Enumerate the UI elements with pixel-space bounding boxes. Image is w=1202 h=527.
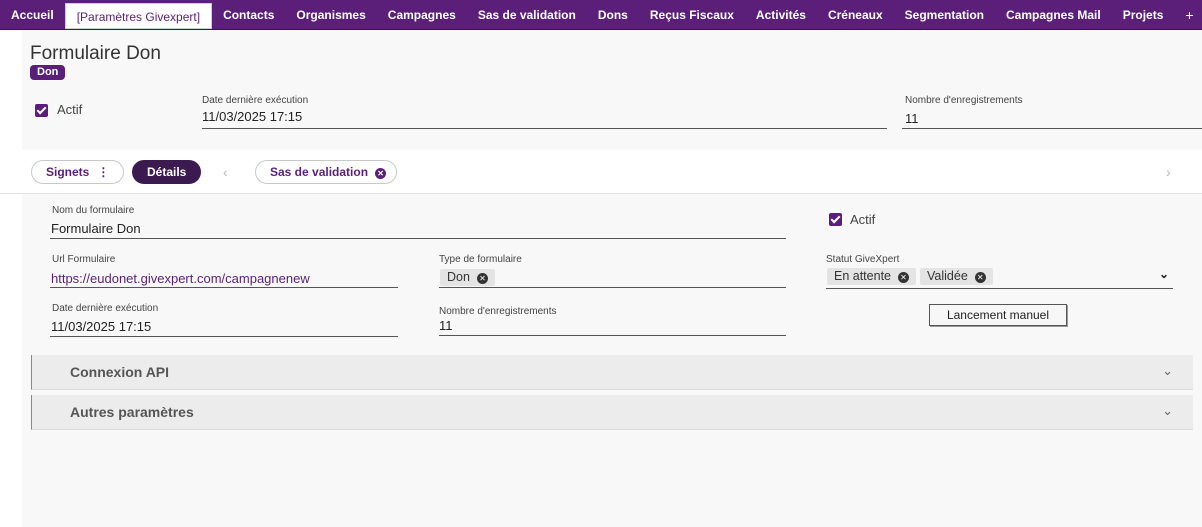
tab-contacts[interactable]: Contacts: [212, 0, 285, 30]
sas-validation-label: Sas de validation: [270, 165, 369, 179]
statut-chip-en-attente-label: En attente: [834, 269, 891, 283]
tab-parametres-givexpert[interactable]: [Paramètres Givexpert]: [64, 2, 213, 29]
header-date-label: Date dernière exécution: [202, 95, 309, 106]
url-formulaire-link[interactable]: https://eudonet.givexpert.com/campagnene…: [51, 271, 310, 286]
sas-validation-pill[interactable]: Sas de validation ✕: [255, 160, 398, 184]
date-execution-value[interactable]: 11/03/2025 17:15: [51, 319, 151, 334]
page-title: Formulaire Don: [30, 43, 161, 64]
chevron-right-icon[interactable]: ›: [1166, 164, 1171, 180]
type-chip[interactable]: Don ✕: [440, 269, 495, 286]
nom-formulaire-value[interactable]: Formulaire Don: [51, 221, 141, 236]
nombre-enregistrements-underline: [439, 335, 786, 336]
actif-label: Actif: [57, 102, 83, 117]
tab-campagnes[interactable]: Campagnes: [377, 0, 467, 30]
chevron-down-icon[interactable]: ⌄: [1159, 267, 1169, 281]
header-count-label: Nombre d'enregistrements: [905, 95, 1023, 106]
signets-button[interactable]: Signets ⋮: [31, 160, 125, 184]
statut-chip-validee-label: Validée: [927, 269, 968, 283]
statut-chip-validee[interactable]: Validée ✕: [920, 268, 993, 285]
statut-givexpert-underline: [826, 288, 1173, 289]
form-actif-label: Actif: [850, 212, 876, 227]
type-formulaire-underline: [439, 287, 786, 288]
section-autres-parametres[interactable]: Autres paramètres ⌄: [31, 395, 1193, 430]
record-type-badge: Don: [30, 65, 66, 80]
date-execution-underline: [50, 336, 398, 337]
nombre-enregistrements-value[interactable]: 11: [439, 318, 453, 333]
tab-dons[interactable]: Dons: [587, 0, 639, 30]
remove-validee-icon[interactable]: ✕: [974, 272, 986, 283]
details-button[interactable]: Détails: [132, 160, 202, 184]
signets-label: Signets: [46, 165, 90, 179]
tab-sas-de-validation[interactable]: Sas de validation: [467, 0, 587, 30]
chevron-left-icon[interactable]: ‹: [223, 164, 228, 180]
header-date-underline: [202, 128, 887, 129]
actif-checkbox[interactable]: [35, 104, 48, 117]
add-tab-button[interactable]: +: [1174, 0, 1202, 30]
nom-formulaire-label: Nom du formulaire: [52, 205, 135, 216]
tab-accueil[interactable]: Accueil: [0, 0, 65, 30]
header-date-value[interactable]: 11/03/2025 17:15: [202, 109, 302, 124]
tab-creneaux[interactable]: Créneaux: [817, 0, 894, 30]
chevron-down-icon[interactable]: ⌄: [1162, 363, 1173, 379]
top-navigation: Accueil [Paramètres Givexpert] Contacts …: [0, 0, 1202, 30]
close-icon[interactable]: ✕: [375, 168, 387, 179]
tab-campagnes-mail[interactable]: Campagnes Mail: [995, 0, 1112, 30]
nom-formulaire-underline: [50, 238, 786, 239]
section-autres-parametres-title: Autres paramètres: [70, 404, 194, 420]
more-vertical-icon: ⋮: [97, 165, 110, 179]
type-formulaire-label: Type de formulaire: [439, 254, 522, 265]
type-chip-label: Don: [447, 270, 470, 284]
section-connexion-api-title: Connexion API: [70, 364, 170, 380]
header-count-underline: [902, 128, 1202, 129]
statut-givexpert-label: Statut GiveXpert: [826, 254, 900, 265]
header-count-value[interactable]: 11: [905, 111, 919, 126]
nombre-enregistrements-label: Nombre d'enregistrements: [439, 306, 557, 317]
remove-type-icon[interactable]: ✕: [476, 273, 488, 284]
date-execution-label: Date dernière exécution: [52, 303, 159, 314]
section-connexion-api[interactable]: Connexion API ⌄: [31, 355, 1193, 390]
url-formulaire-label: Url Formulaire: [52, 254, 116, 265]
tab-projets[interactable]: Projets: [1112, 0, 1175, 30]
tab-organismes[interactable]: Organismes: [285, 0, 376, 30]
chevron-down-icon[interactable]: ⌄: [1162, 403, 1173, 419]
form-actif-checkbox[interactable]: [829, 213, 842, 226]
tab-recus-fiscaux[interactable]: Reçus Fiscaux: [639, 0, 745, 30]
tab-segmentation[interactable]: Segmentation: [894, 0, 995, 30]
remove-en-attente-icon[interactable]: ✕: [898, 272, 909, 283]
tab-activites[interactable]: Activités: [745, 0, 817, 30]
statut-chip-en-attente[interactable]: En attente ✕: [827, 268, 916, 285]
url-formulaire-underline: [50, 287, 398, 288]
lancement-manuel-button[interactable]: Lancement manuel: [929, 304, 1067, 326]
